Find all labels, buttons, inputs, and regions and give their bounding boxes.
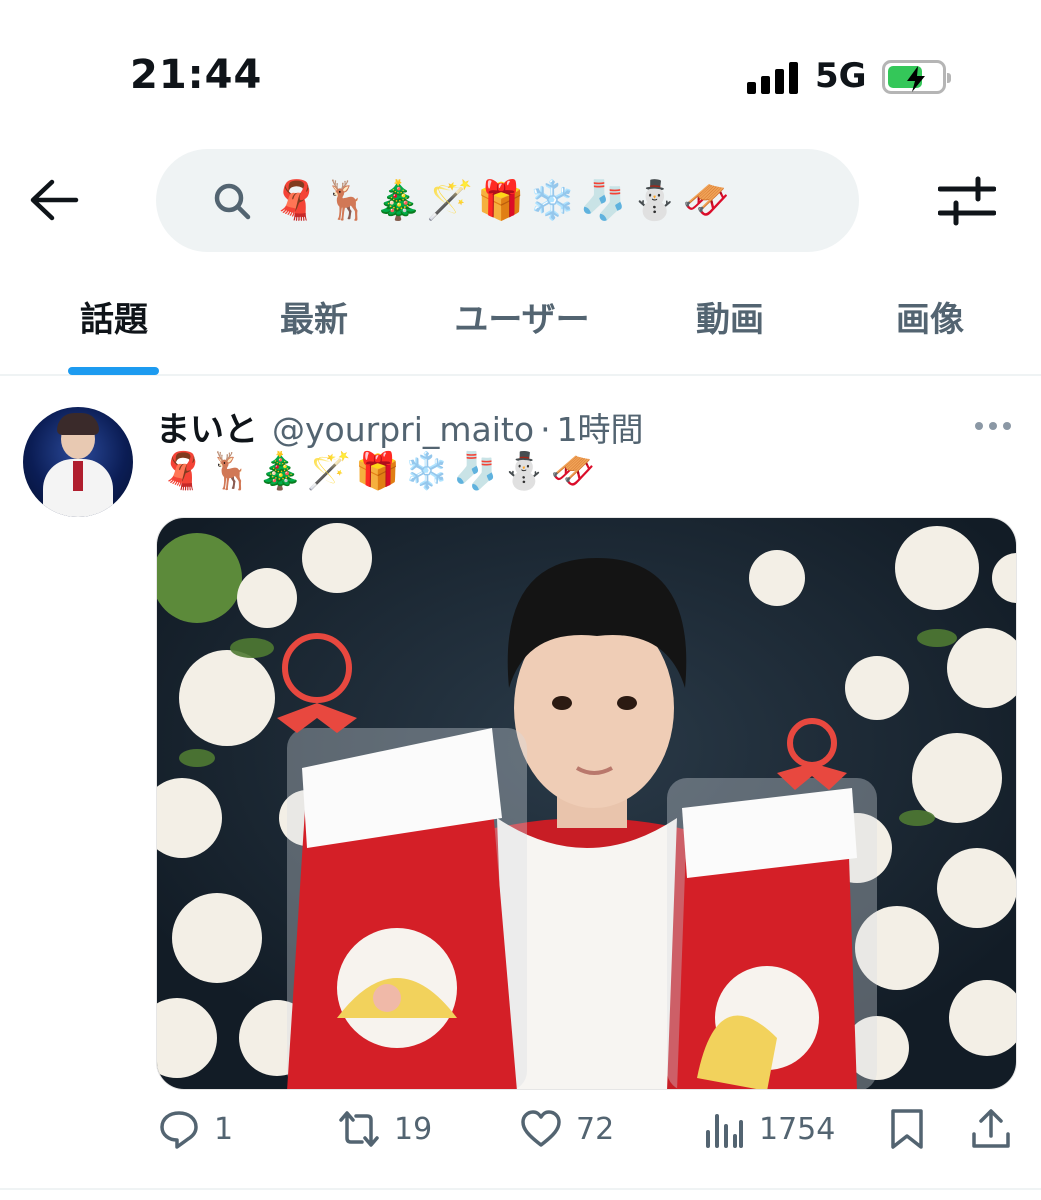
user-handle[interactable]: @yourpri_maito xyxy=(272,410,534,449)
battery-icon xyxy=(882,60,951,94)
arrow-left-icon[interactable] xyxy=(28,178,80,222)
search-query[interactable]: 🧣🦌🎄🪄🎁❄️🧦⛄🛷 xyxy=(272,178,734,223)
status-time: 21:44 xyxy=(130,52,263,98)
like-count: 72 xyxy=(576,1111,615,1147)
bookmark-icon xyxy=(891,1109,923,1149)
search-icon xyxy=(214,183,251,219)
network-label: 5G xyxy=(815,56,867,96)
reply-icon xyxy=(160,1111,198,1149)
reply-button[interactable]: 1 xyxy=(158,1108,233,1150)
tab-users[interactable]: ユーザー xyxy=(452,292,592,341)
search-bar[interactable]: 🧣🦌🎄🪄🎁❄️🧦⛄🛷 xyxy=(156,149,859,252)
tweet-image[interactable] xyxy=(156,517,1017,1090)
retweet-count: 19 xyxy=(394,1111,433,1147)
signal-icon xyxy=(747,62,798,94)
like-button[interactable]: 72 xyxy=(520,1108,614,1150)
views-count: 1754 xyxy=(759,1111,836,1147)
display-name[interactable]: まいと xyxy=(156,402,258,451)
active-tab-indicator xyxy=(68,367,159,375)
heart-icon xyxy=(521,1110,561,1147)
tab-trending[interactable]: 話題 xyxy=(78,292,150,341)
more-dots-icon[interactable] xyxy=(973,420,1013,432)
tweet-time[interactable]: 1時間 xyxy=(557,403,644,451)
retweet-icon xyxy=(339,1111,379,1147)
bookmark-button[interactable] xyxy=(886,1108,928,1150)
separator-dot: · xyxy=(540,410,551,449)
retweet-button[interactable]: 19 xyxy=(338,1108,432,1150)
share-button[interactable] xyxy=(970,1108,1012,1150)
search-tabs: 話題 最新 ユーザー 動画 画像 xyxy=(0,292,1041,376)
tab-images[interactable]: 画像 xyxy=(894,292,966,341)
filter-sliders-icon[interactable] xyxy=(938,176,996,226)
tweet-header: まいと @yourpri_maito · 1時間 xyxy=(156,402,644,451)
views-chart-icon xyxy=(706,1114,743,1148)
tab-videos[interactable]: 動画 xyxy=(694,292,766,341)
views-button[interactable]: 1754 xyxy=(703,1108,835,1150)
tab-latest[interactable]: 最新 xyxy=(278,292,350,341)
tweet-actions: 1 19 72 1754 xyxy=(0,1108,1041,1164)
reply-count: 1 xyxy=(214,1111,234,1147)
share-icon xyxy=(972,1109,1010,1148)
divider xyxy=(0,1188,1041,1190)
tweet-text: 🧣🦌🎄🪄🎁❄️🧦⛄🛷 xyxy=(160,451,600,492)
avatar[interactable] xyxy=(23,407,133,517)
